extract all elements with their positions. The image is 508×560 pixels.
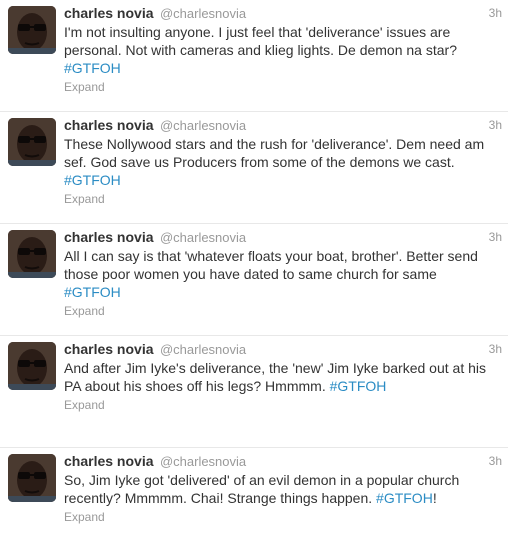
tweet-timestamp[interactable]: 3h <box>489 340 502 358</box>
avatar-image <box>8 118 56 166</box>
expand-link[interactable]: Expand <box>64 398 105 412</box>
tweet-text-body: These Nollywood stars and the rush for '… <box>64 136 485 170</box>
tweet-timestamp[interactable]: 3h <box>489 4 502 22</box>
hashtag-link[interactable]: #GTFOH <box>376 490 433 506</box>
tweet-timestamp[interactable]: 3h <box>489 452 502 470</box>
avatar-image <box>8 342 56 390</box>
tweet-author-name[interactable]: charles novia <box>64 453 154 469</box>
tweet-text: These Nollywood stars and the rush for '… <box>64 135 496 189</box>
avatar[interactable] <box>8 342 56 390</box>
avatar-image <box>8 454 56 502</box>
expand-link[interactable]: Expand <box>64 510 105 524</box>
avatar[interactable] <box>8 118 56 166</box>
tweet-author-handle[interactable]: @charlesnovia <box>160 454 246 469</box>
tweet-text: All I can say is that 'whatever floats y… <box>64 247 496 301</box>
tweet-timeline: charles novia @charlesnovia 3h I'm not i… <box>0 0 508 560</box>
tweet-text: So, Jim Iyke got 'delivered' of an evil … <box>64 471 496 507</box>
hashtag-link[interactable]: #GTFOH <box>64 284 121 300</box>
expand-link[interactable]: Expand <box>64 192 105 206</box>
hashtag-link[interactable]: #GTFOH <box>64 60 121 76</box>
avatar[interactable] <box>8 454 56 502</box>
tweet-text-body: All I can say is that 'whatever floats y… <box>64 248 478 282</box>
hashtag-link[interactable]: #GTFOH <box>330 378 387 394</box>
tweet-item[interactable]: charles novia @charlesnovia 3h All I can… <box>0 224 508 336</box>
expand-link[interactable]: Expand <box>64 80 105 94</box>
avatar[interactable] <box>8 230 56 278</box>
tweet-timestamp[interactable]: 3h <box>489 228 502 246</box>
tweet-item[interactable]: charles novia @charlesnovia 3h These Nol… <box>0 112 508 224</box>
tweet-item[interactable]: charles novia @charlesnovia 3h I'm not i… <box>0 0 508 112</box>
tweet-item[interactable]: charles novia @charlesnovia 3h So, Jim I… <box>0 448 508 560</box>
tweet-text-body: I'm not insulting anyone. I just feel th… <box>64 24 457 58</box>
avatar-image <box>8 6 56 54</box>
tweet-timestamp[interactable]: 3h <box>489 116 502 134</box>
tweet-author-handle[interactable]: @charlesnovia <box>160 6 246 21</box>
tweet-text: I'm not insulting anyone. I just feel th… <box>64 23 496 77</box>
tweet-author-handle[interactable]: @charlesnovia <box>160 118 246 133</box>
tweet-author-name[interactable]: charles novia <box>64 229 154 245</box>
tweet-text-body: And after Jim Iyke's deliverance, the 'n… <box>64 360 486 394</box>
expand-link[interactable]: Expand <box>64 304 105 318</box>
tweet-author-name[interactable]: charles novia <box>64 117 154 133</box>
tweet-item[interactable]: charles novia @charlesnovia 3h And after… <box>0 336 508 448</box>
hashtag-link[interactable]: #GTFOH <box>64 172 121 188</box>
tweet-text-suffix: ! <box>432 490 437 506</box>
avatar[interactable] <box>8 6 56 54</box>
tweet-author-handle[interactable]: @charlesnovia <box>160 342 246 357</box>
tweet-author-handle[interactable]: @charlesnovia <box>160 230 246 245</box>
avatar-image <box>8 230 56 278</box>
tweet-text: And after Jim Iyke's deliverance, the 'n… <box>64 359 496 395</box>
tweet-author-name[interactable]: charles novia <box>64 341 154 357</box>
tweet-author-name[interactable]: charles novia <box>64 5 154 21</box>
